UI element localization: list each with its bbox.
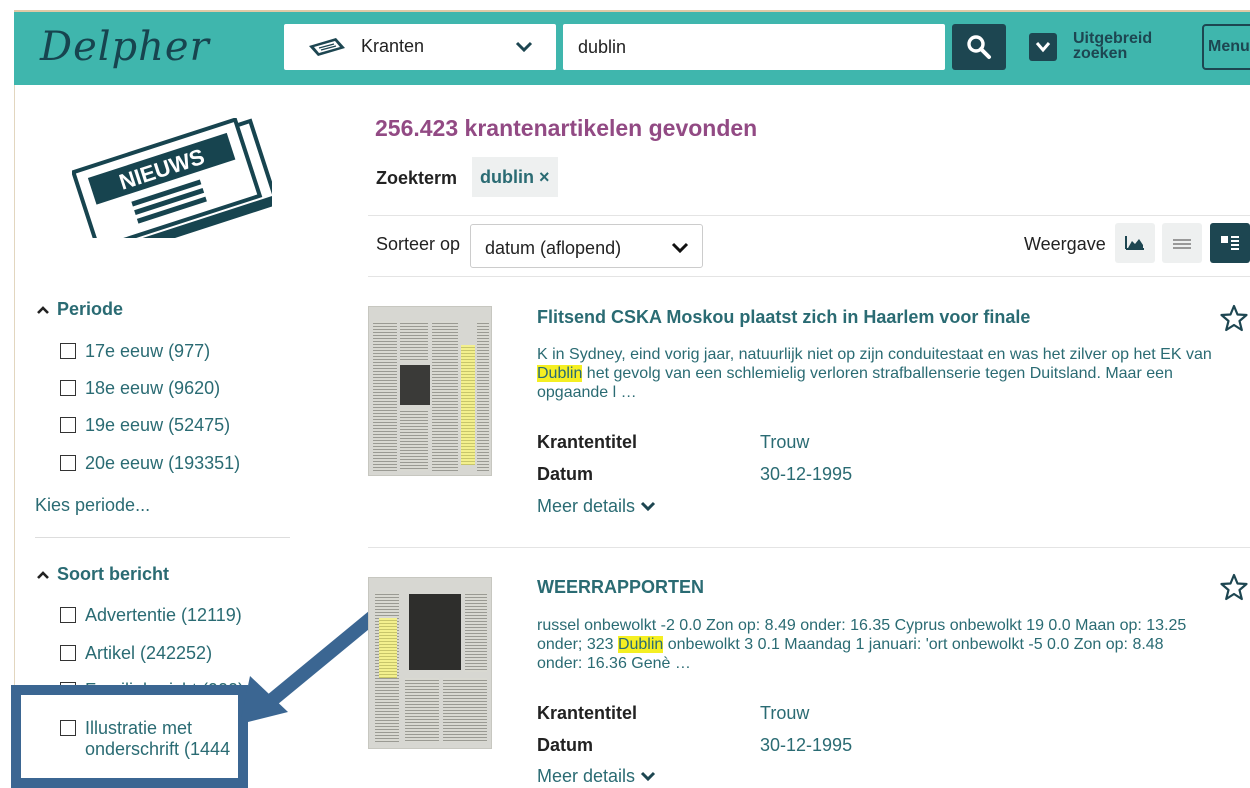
result-snippet: russel onbewolkt -2 0.0 Zon op: 8.49 ond… <box>537 616 1207 673</box>
view-label: Weergave <box>1024 234 1106 254</box>
facet-option[interactable]: 20e eeuw (193351) <box>60 453 240 474</box>
list-view-button[interactable] <box>1162 223 1202 263</box>
detail-view-icon <box>1221 236 1239 250</box>
divider <box>368 547 1250 548</box>
facet-title-label: Soort bericht <box>57 564 170 584</box>
advanced-search-toggle[interactable] <box>1029 33 1057 61</box>
star-icon[interactable] <box>1220 304 1248 337</box>
result-thumbnail[interactable] <box>368 306 492 476</box>
checkbox[interactable] <box>60 720 76 736</box>
chevron-down-icon <box>641 501 656 512</box>
facet-option[interactable]: 19e eeuw (52475) <box>60 415 230 436</box>
advanced-search-link[interactable]: Uitgebreid zoeken <box>1073 30 1153 62</box>
meta-value-datum: 30-12-1995 <box>760 464 853 484</box>
advanced-search-line2: zoeken <box>1073 45 1128 62</box>
label-line1: Illustratie met <box>85 718 193 738</box>
newspaper-icon <box>309 38 345 56</box>
divider <box>368 215 1250 216</box>
chart-view-button[interactable] <box>1115 223 1155 263</box>
facet-option-label: 20e eeuw (193351) <box>85 453 241 473</box>
chart-view-icon <box>1125 236 1144 250</box>
result-title[interactable]: Flitsend CSKA Moskou plaatst zich in Haa… <box>537 307 1030 328</box>
menu-button[interactable]: Menu <box>1202 24 1250 70</box>
facet-option-label: 19e eeuw (52475) <box>85 415 231 435</box>
chevron-down-icon <box>641 771 656 782</box>
result-title[interactable]: WEERRAPPORTEN <box>537 577 704 598</box>
facet-option-label: Illustratie met onderschrift (1444 <box>85 718 230 760</box>
search-input[interactable] <box>563 24 945 70</box>
star-icon[interactable] <box>1220 573 1248 606</box>
meta-label-krantentitel: Krantentitel <box>537 432 638 452</box>
chevron-down-icon <box>1035 42 1051 53</box>
kies-periode-link[interactable]: Kies periode... <box>35 495 150 516</box>
result-snippet: K in Sydney, eind vorig jaar, natuurlijk… <box>537 345 1227 402</box>
sort-label: Sorteer op <box>376 234 461 254</box>
caret-up-icon <box>36 564 52 585</box>
sort-select[interactable]: datum (aflopend) <box>470 224 703 268</box>
facet-title-soort-bericht[interactable]: Soort bericht <box>36 564 169 585</box>
checkbox[interactable] <box>60 343 76 359</box>
caret-up-icon <box>36 299 52 320</box>
facet-option-illustratie[interactable]: Illustratie met onderschrift (1444 <box>60 718 230 760</box>
divider <box>368 276 1250 277</box>
search-term-chip[interactable]: dublin × <box>472 157 558 197</box>
collection-label: Kranten <box>361 36 425 56</box>
facet-option-label: 17e eeuw (977) <box>85 341 211 361</box>
facet-option[interactable]: Artikel (242252) <box>60 643 212 664</box>
meta-value-datum: 30-12-1995 <box>760 735 853 755</box>
snippet-text: K in Sydney, eind vorig jaar, natuurlijk… <box>537 346 1212 363</box>
chevron-down-icon <box>671 242 689 254</box>
divider <box>35 537 290 538</box>
list-view-icon <box>1173 239 1191 249</box>
meta-label-krantentitel: Krantentitel <box>537 703 638 723</box>
search-button[interactable] <box>952 24 1006 70</box>
snippet-text: het gevolg van een schlemielig verloren … <box>537 365 1173 401</box>
facet-option-label: Artikel (242252) <box>85 643 213 663</box>
meer-details-label: Meer details <box>537 766 636 786</box>
facet-title-periode[interactable]: Periode <box>36 299 123 320</box>
facet-option[interactable]: 17e eeuw (977) <box>60 341 210 362</box>
advanced-search-line1: Uitgebreid <box>1073 30 1153 47</box>
sort-value: datum (aflopend) <box>485 238 622 258</box>
result-count: 256.423 krantenartikelen gevonden <box>375 115 758 141</box>
facet-title-label: Periode <box>57 299 124 319</box>
checkbox[interactable] <box>60 380 76 396</box>
snippet-highlight: Dublin <box>617 636 664 653</box>
facet-option[interactable]: Advertentie (12119) <box>60 605 242 626</box>
search-term-label: Zoekterm <box>376 168 458 188</box>
meer-details-label: Meer details <box>537 496 636 516</box>
page-border <box>14 85 15 788</box>
search-icon <box>967 35 991 59</box>
meer-details-link[interactable]: Meer details <box>537 496 656 517</box>
snippet-highlight: Dublin <box>537 365 583 382</box>
news-illustration-icon: NIEUWS <box>72 118 272 238</box>
checkbox[interactable] <box>60 455 76 471</box>
label-line2: onderschrift (1444 <box>85 739 231 759</box>
facet-option[interactable]: 18e eeuw (9620) <box>60 378 220 399</box>
collection-select[interactable]: Kranten <box>284 24 556 70</box>
chevron-down-icon <box>515 41 533 53</box>
meta-label-datum: Datum <box>537 464 594 484</box>
facet-option-label: Advertentie (12119) <box>85 605 242 625</box>
meta-label-datum: Datum <box>537 735 594 755</box>
facet-option-label: 18e eeuw (9620) <box>85 378 221 398</box>
meta-value-krantentitel: Trouw <box>760 432 810 452</box>
detail-view-button[interactable] <box>1210 223 1250 263</box>
checkbox[interactable] <box>60 417 76 433</box>
meta-value-krantentitel: Trouw <box>760 703 810 723</box>
meer-details-link[interactable]: Meer details <box>537 766 656 787</box>
header-bar: Delpher Kranten Uitgebreid zoeken Menu <box>14 10 1250 85</box>
delpher-logo[interactable]: Delpher <box>40 24 210 70</box>
result-thumbnail[interactable] <box>368 577 492 749</box>
checkbox[interactable] <box>60 645 76 661</box>
checkbox[interactable] <box>60 607 76 623</box>
